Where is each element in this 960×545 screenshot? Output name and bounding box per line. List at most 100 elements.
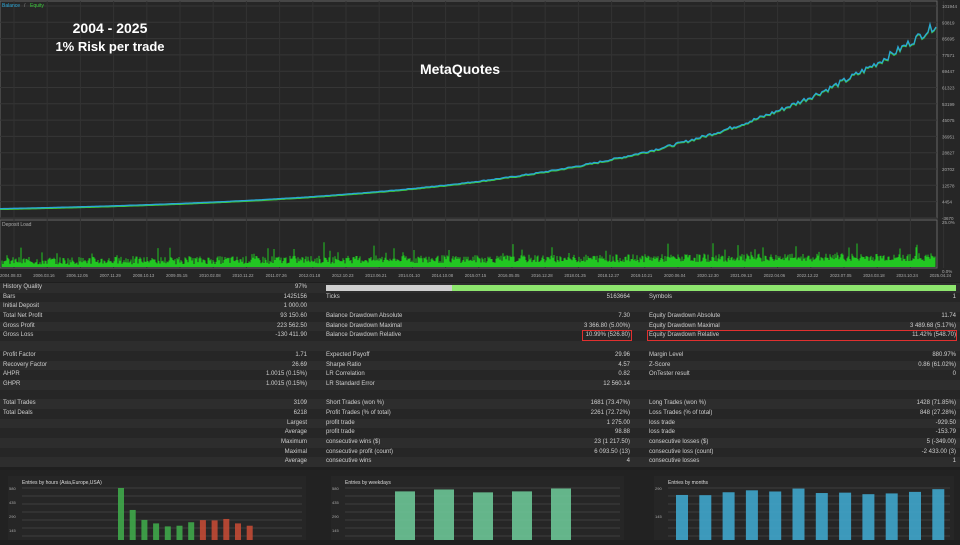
stat-label: Balance Drawdown Absolute [326, 313, 403, 320]
stat-value: Largest [286, 419, 307, 426]
x-tick-label: 2013.06.21 [365, 273, 387, 278]
stat-label: Balance Drawdown Maximal [326, 322, 402, 329]
stats-row: Recovery Factor 26.69 Sharpe Ratio 4.57 Z-Sc… [0, 360, 960, 371]
x-tick-label: 2012.01.18 [299, 273, 321, 278]
stat-value: -2 433.00 (3) [921, 448, 956, 455]
stats-row: Gross Loss -130 411.90 Balance Drawdown Re… [0, 330, 960, 342]
stat-value: 6218 [293, 409, 307, 416]
stat-value: 7.30 [618, 313, 630, 320]
bar-Feb [699, 495, 712, 540]
stat-label: LR Correlation [326, 371, 365, 378]
stats-table: History Quality 97% Bars 1425156 Ticks 516366… [0, 283, 960, 468]
y-tick-label: 20702 [942, 167, 955, 172]
stats-row: History Quality 97% [0, 283, 960, 293]
legend-equity: Equity [30, 3, 44, 9]
stats-row: Average profit trade 98.88 loss trade -153.7… [0, 428, 960, 438]
stat-value: 1.71 [295, 351, 307, 358]
stat-value: 1 [952, 293, 956, 300]
x-tick-label: 2006.12.05 [66, 273, 88, 278]
y-tick-label: 45075 [942, 118, 955, 123]
x-tick-label: 2011.07.26 [266, 273, 288, 278]
x-tick-label: 2004.08.03 [0, 273, 22, 278]
stats-row [0, 341, 960, 351]
bar-11 [153, 523, 160, 540]
bar-14 [188, 522, 195, 540]
risk-subtitle: 1% Risk per trade [55, 39, 165, 54]
stat-value: 97% [294, 284, 307, 290]
stats-row: Total Deals 6218 Profit Trades (% of total… [0, 408, 960, 419]
y-tick-label: 85695 [942, 37, 955, 42]
stat-label: Margin Level [649, 351, 684, 358]
stats-row: Total Net Profit 93 150.60 Balance Drawdow… [0, 312, 960, 322]
bar-13 [176, 525, 183, 540]
stat-value: Average [284, 429, 307, 436]
bar-Dec [932, 489, 945, 540]
stat-value: 11.74 [941, 313, 956, 320]
stat-label: Balance Drawdown Relative [326, 332, 402, 339]
stat-label: Loss Trades (% of total) [649, 409, 713, 416]
stats-row: Initial Deposit 1 000.00 [0, 302, 960, 313]
stat-label: Equity Drawdown Absolute [649, 313, 721, 320]
stats-row: Maximal consecutive profit (count) 6 093.5… [0, 447, 960, 458]
stat-label: Initial Deposit [3, 303, 40, 310]
stat-value: 93 150.60 [280, 313, 307, 320]
stat-label: consecutive wins [326, 458, 372, 465]
stat-value: 11.42% (548.70) [912, 332, 956, 339]
bar-Thu [512, 491, 532, 540]
bar-Wed [473, 492, 493, 540]
stat-value: Maximum [280, 439, 307, 445]
bar-Oct [885, 493, 898, 540]
x-tick-label: 2022.12.22 [797, 273, 819, 278]
stats-row: Total Trades 3109 Short Trades (won %) 1681… [0, 399, 960, 409]
x-tick-label: 2019.10.21 [631, 273, 653, 278]
bar-Sep [862, 494, 875, 540]
history-quality-bar [326, 285, 956, 291]
stats-row: Largest profit trade 1 275.00 loss trade -92… [0, 418, 960, 429]
stat-value: 3109 [293, 400, 307, 407]
x-tick-label: 2024.10.24 [896, 273, 918, 278]
bar-15 [199, 520, 206, 540]
x-tick-label: 2016.12.28 [531, 273, 553, 278]
stat-value: 1681 (73.47%) [590, 400, 630, 407]
stat-value: 223 562.50 [276, 322, 307, 329]
period-title: 2004 - 2025 [72, 20, 148, 36]
y-tick-label: 435 [9, 500, 16, 505]
stat-label: AHPR [3, 371, 20, 378]
x-tick-label: 2020.06.04 [664, 273, 686, 278]
stat-label: Z-Score [649, 361, 671, 368]
stat-value: 0.82 [618, 371, 630, 378]
entries-charts: Entries by hours (Asia,Europe,USA) 580 435… [0, 470, 960, 540]
x-tick-label: 2024.03.18 [863, 273, 885, 278]
y-tick-label: 580 [9, 486, 16, 491]
bar-12 [164, 526, 171, 540]
stat-value: 29.96 [614, 351, 630, 358]
y-tick-label: 53199 [942, 102, 955, 107]
stat-value: 10.99% (526.80) [585, 332, 630, 339]
y-tick-label: 36951 [942, 134, 955, 139]
y-tick-label: 101944 [942, 4, 958, 9]
stat-value: 1 [952, 458, 956, 465]
stat-value: 4.57 [618, 361, 630, 368]
stat-label: consecutive losses [649, 458, 700, 465]
bar-Fri [551, 488, 571, 540]
y-tick-label: 12578 [942, 183, 955, 188]
stat-value: 848 (27.28%) [919, 409, 956, 416]
stat-value: 1.0015 (0.15%) [265, 380, 307, 387]
y-tick-label: 61323 [942, 86, 955, 91]
stats-row: Maximum consecutive wins ($) 23 (1 217.50)… [0, 438, 960, 448]
bar-10 [141, 519, 148, 540]
x-tick-label: 2018.01.25 [564, 273, 586, 278]
balance-equity-graph: Balance / Equity Deposit Load 101944 9381… [0, 0, 960, 282]
stat-label: consecutive losses ($) [649, 439, 709, 445]
x-tick-label: 2010.02.08 [199, 273, 221, 278]
x-tick-label: 2022.04.06 [764, 273, 786, 278]
x-tick-label: 2016.05.05 [498, 273, 520, 278]
stat-label: Short Trades (won %) [326, 400, 385, 407]
y-tick-label: 145 [332, 528, 339, 533]
stat-label: Expected Payoff [326, 351, 370, 358]
stat-value: 0 [952, 371, 956, 378]
bar-8 [118, 488, 124, 540]
bar-Tue [434, 489, 454, 540]
entries-charts-canvas: Entries by hours (Asia,Europe,USA) 580 435… [8, 476, 954, 540]
stat-label: Recovery Factor [3, 361, 48, 368]
